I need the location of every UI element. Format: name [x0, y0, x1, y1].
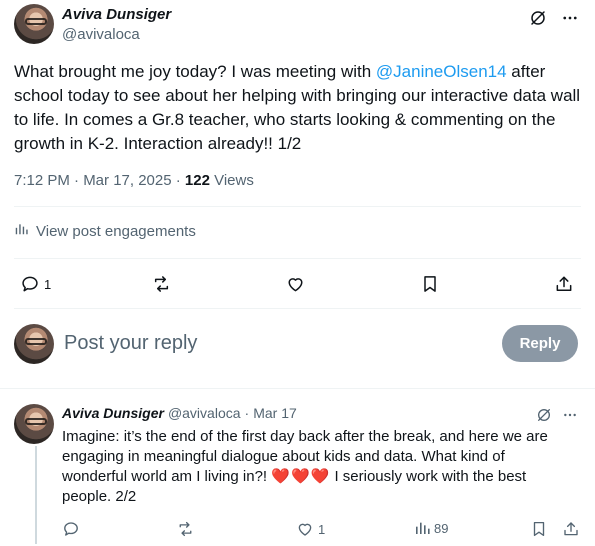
author-handle[interactable]: @avivaloca	[62, 26, 140, 43]
divider	[14, 206, 581, 207]
more-icon[interactable]	[560, 8, 580, 28]
chart-icon	[14, 222, 28, 240]
author-avatar[interactable]	[14, 4, 54, 44]
reply-count: 1	[44, 276, 52, 292]
share-button[interactable]	[562, 520, 580, 538]
grok-icon[interactable]	[528, 8, 548, 28]
share-icon	[562, 520, 580, 538]
divider	[14, 308, 581, 309]
share-button[interactable]	[554, 274, 574, 294]
grok-icon[interactable]	[535, 406, 553, 424]
like-icon	[296, 520, 314, 538]
bookmark-icon	[530, 520, 548, 538]
retweet-icon	[176, 520, 195, 538]
mention-link[interactable]: @JanineOlsen14	[376, 62, 507, 81]
author-name[interactable]: Aviva Dunsiger	[62, 6, 171, 23]
divider	[0, 388, 595, 389]
reply-input[interactable]: Post your reply	[64, 332, 197, 355]
views-count: 89	[434, 520, 449, 536]
bookmark-icon	[420, 274, 440, 294]
tweet-meta: 7:12 PM · Mar 17, 2025 · 122 Views	[14, 172, 254, 189]
reply-date[interactable]: Mar 17	[253, 405, 297, 421]
chart-icon	[414, 520, 430, 536]
reply-button[interactable]	[62, 520, 80, 538]
bookmark-button[interactable]	[420, 274, 440, 294]
like-icon	[285, 274, 306, 294]
like-button[interactable]	[285, 274, 306, 294]
divider	[14, 258, 581, 259]
like-count: 1	[318, 521, 326, 537]
retweet-icon	[151, 274, 172, 294]
timestamp[interactable]: 7:12 PM · Mar 17, 2025 ·	[14, 172, 185, 189]
retweet-button[interactable]	[176, 520, 195, 538]
tweet-text-start: What brought me joy today? I was meeting…	[14, 62, 376, 81]
heart-emojis: ❤️❤️❤️	[271, 468, 331, 485]
views-count: 122	[184, 172, 210, 189]
separator-dot: ·	[244, 405, 250, 421]
views-label: Views	[209, 172, 254, 189]
views-button[interactable]: 89	[414, 520, 448, 536]
view-engagements-link[interactable]: View post engagements	[14, 222, 196, 240]
engagements-label: View post engagements	[36, 222, 196, 240]
share-icon	[554, 274, 574, 294]
reply-author-avatar[interactable]	[14, 404, 54, 444]
bookmark-button[interactable]	[530, 520, 548, 538]
user-avatar	[14, 324, 54, 364]
reply-header: Aviva Dunsiger @avivaloca · Mar 17	[62, 405, 297, 421]
tweet-text: What brought me joy today? I was meeting…	[14, 60, 584, 156]
reply-author-handle[interactable]: @avivaloca	[168, 405, 241, 421]
reply-icon	[62, 520, 80, 538]
more-icon[interactable]	[561, 406, 579, 424]
reply-icon	[20, 274, 40, 294]
retweet-button[interactable]	[151, 274, 172, 294]
like-button[interactable]: 1	[296, 520, 325, 538]
reply-button[interactable]: 1	[20, 274, 51, 294]
reply-submit-button[interactable]: Reply	[502, 325, 578, 362]
thread-line	[35, 446, 37, 544]
reply-author-name[interactable]: Aviva Dunsiger	[62, 405, 164, 421]
reply-text: Imagine: it’s the end of the first day b…	[62, 427, 567, 507]
